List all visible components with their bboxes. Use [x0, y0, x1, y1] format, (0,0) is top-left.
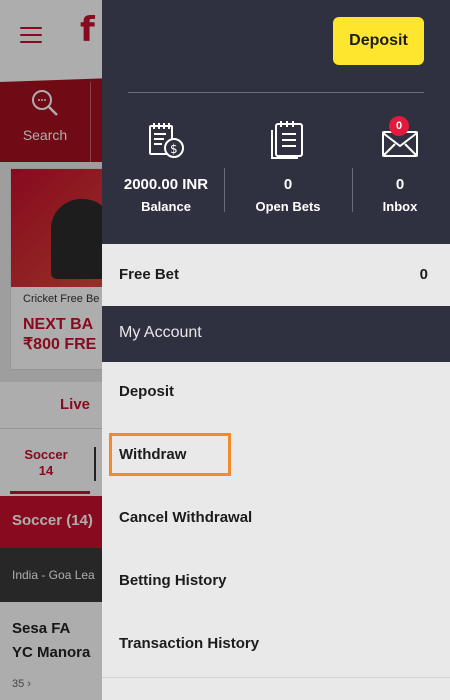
menu-item-cancel-withdrawal[interactable]: Cancel Withdrawal — [102, 488, 450, 552]
inbox-badge: 0 — [389, 116, 409, 136]
inbox-icon: 0 — [360, 116, 440, 160]
menu-item-deposit[interactable]: Deposit — [102, 362, 450, 426]
menu-item-betting-history[interactable]: Betting History — [102, 551, 450, 615]
balance-icon: $ — [112, 118, 220, 160]
free-bet-row[interactable]: Free Bet 0 — [102, 244, 450, 307]
account-drawer: Deposit $ 2000.00 INR Balance 0 Open Bet… — [102, 0, 450, 700]
deposit-button[interactable]: Deposit — [333, 17, 424, 65]
open-bets-stat[interactable]: 0 Open Bets — [232, 118, 344, 218]
open-bets-value: 0 — [283, 176, 293, 193]
my-account-header: My Account — [102, 306, 450, 362]
inbox-value: 0 — [395, 176, 405, 193]
inbox-stat[interactable]: 0 0 Inbox — [360, 116, 440, 218]
inbox-label: Inbox — [382, 199, 418, 214]
balance-label: Balance — [141, 199, 191, 214]
free-bet-value: 0 — [419, 266, 428, 283]
withdraw-highlight — [109, 433, 231, 476]
open-bets-icon — [232, 118, 344, 160]
balance-stat[interactable]: $ 2000.00 INR Balance — [112, 118, 220, 218]
free-bet-label: Free Bet — [119, 266, 180, 283]
open-bets-label: Open Bets — [255, 199, 321, 214]
menu-item-transaction-history[interactable]: Transaction History — [102, 614, 450, 678]
svg-text:$: $ — [170, 142, 178, 156]
drawer-summary: Deposit $ 2000.00 INR Balance 0 Open Bet… — [102, 0, 450, 244]
balance-value: 2000.00 INR — [123, 176, 209, 193]
